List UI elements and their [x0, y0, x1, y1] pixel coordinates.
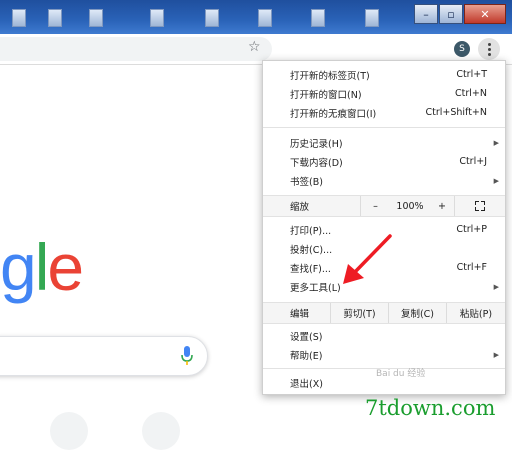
taskbar-app-icon[interactable] — [205, 9, 219, 27]
menu-item-cast[interactable]: 投射(C)... — [263, 239, 505, 258]
dot — [487, 52, 491, 56]
zoom-label: 缩放 — [290, 202, 310, 213]
menu-divider — [263, 127, 505, 128]
window-titlebar: – ▫ ✕ — [0, 0, 512, 34]
menu-item-downloads[interactable]: 下载内容(D) Ctrl+J — [263, 152, 505, 171]
google-logo: gle — [0, 234, 82, 306]
edit-label: 编辑 — [290, 309, 310, 320]
address-bar[interactable]: ☆ — [0, 37, 272, 61]
menu-item-label: 打开新的窗口(N) — [290, 89, 362, 101]
submenu-arrow-icon: ▶ — [493, 282, 499, 291]
menu-item-label: 打开新的无痕窗口(I) — [290, 108, 377, 120]
maximize-button[interactable]: ▫ — [439, 4, 463, 24]
logo-letter: e — [47, 234, 83, 304]
taskbar-app-icon[interactable] — [12, 9, 26, 27]
taskbar-app-icon[interactable] — [89, 9, 103, 27]
chrome-main-menu: 打开新的标签页(T) Ctrl+T 打开新的窗口(N) Ctrl+N 打开新的无… — [262, 60, 506, 395]
menu-item-print[interactable]: 打印(P)... Ctrl+P — [263, 220, 505, 239]
taskbar-app-icon[interactable] — [48, 9, 62, 27]
menu-item-find[interactable]: 查找(F)... Ctrl+F — [263, 258, 505, 277]
chrome-menu-button[interactable] — [478, 38, 500, 60]
shortcut-tile[interactable] — [50, 412, 88, 450]
menu-item-label: 历史记录(H) — [290, 138, 343, 150]
cut-button[interactable]: 剪切(T) — [330, 303, 388, 323]
fullscreen-button[interactable] — [454, 196, 505, 216]
menu-item-label: 查找(F)... — [290, 263, 331, 275]
menu-item-label: 下载内容(D) — [290, 157, 343, 169]
baidu-watermark: Bai du 经验 — [376, 369, 426, 379]
zoom-out-button[interactable]: – — [360, 196, 390, 216]
menu-item-history[interactable]: 历史记录(H) ▶ — [263, 133, 505, 152]
menu-item-new-tab[interactable]: 打开新的标签页(T) Ctrl+T — [263, 65, 505, 84]
menu-item-shortcut: Ctrl+F — [456, 262, 487, 273]
menu-item-label: 投射(C)... — [290, 244, 333, 256]
submenu-arrow-icon: ▶ — [493, 138, 499, 147]
logo-letter: g — [0, 234, 37, 304]
menu-item-shortcut: Ctrl+J — [459, 156, 487, 167]
microphone-icon[interactable] — [181, 346, 193, 366]
menu-item-settings[interactable]: 设置(S) — [263, 326, 505, 345]
menu-item-label: 书签(B) — [290, 176, 323, 188]
avatar[interactable]: S — [454, 41, 470, 57]
edit-row: 编辑 剪切(T) 复制(C) 粘贴(P) — [263, 302, 505, 324]
close-icon: ✕ — [480, 7, 490, 21]
star-icon[interactable]: ☆ — [248, 39, 261, 55]
copy-button[interactable]: 复制(C) — [388, 303, 446, 323]
logo-letter: l — [34, 234, 50, 304]
dot — [487, 47, 491, 51]
menu-item-label: 设置(S) — [290, 331, 323, 343]
menu-item-label: 退出(X) — [290, 378, 323, 390]
menu-item-new-incognito-window[interactable]: 打开新的无痕窗口(I) Ctrl+Shift+N — [263, 103, 505, 122]
menu-item-shortcut: Ctrl+T — [456, 69, 487, 80]
shortcut-tile[interactable] — [142, 412, 180, 450]
taskbar-app-icon[interactable] — [150, 9, 164, 27]
menu-item-shortcut: Ctrl+Shift+N — [425, 107, 487, 118]
menu-item-shortcut: Ctrl+P — [456, 224, 487, 235]
menu-item-new-window[interactable]: 打开新的窗口(N) Ctrl+N — [263, 84, 505, 103]
menu-item-more-tools[interactable]: 更多工具(L) ▶ — [263, 277, 505, 296]
menu-item-label: 帮助(E) — [290, 350, 323, 362]
menu-item-label: 打印(P)... — [290, 225, 332, 237]
fullscreen-icon — [475, 201, 485, 211]
paste-button[interactable]: 粘贴(P) — [446, 303, 505, 323]
menu-item-bookmarks[interactable]: 书签(B) ▶ — [263, 171, 505, 190]
menu-item-help[interactable]: 帮助(E) ▶ — [263, 345, 505, 364]
site-watermark: 7tdown.com — [365, 396, 496, 420]
zoom-level: 100% — [396, 200, 424, 212]
close-button[interactable]: ✕ — [464, 4, 506, 24]
minimize-icon: – — [423, 7, 429, 21]
menu-item-shortcut: Ctrl+N — [455, 88, 487, 99]
three-dot-vertical-icon — [487, 42, 491, 46]
maximize-icon: ▫ — [447, 7, 455, 21]
menu-item-label: 更多工具(L) — [290, 282, 341, 294]
submenu-arrow-icon: ▶ — [493, 350, 499, 359]
window-controls: – ▫ ✕ — [413, 4, 506, 24]
zoom-row: 缩放 – 100% + — [263, 195, 505, 217]
google-search-box[interactable] — [0, 336, 208, 376]
minimize-button[interactable]: – — [414, 4, 438, 24]
taskbar-app-icon[interactable] — [365, 9, 379, 27]
menu-item-label: 打开新的标签页(T) — [290, 70, 370, 82]
taskbar-app-icon[interactable] — [258, 9, 272, 27]
zoom-in-button[interactable]: + — [430, 196, 454, 216]
submenu-arrow-icon: ▶ — [493, 176, 499, 185]
taskbar-app-icon[interactable] — [311, 9, 325, 27]
